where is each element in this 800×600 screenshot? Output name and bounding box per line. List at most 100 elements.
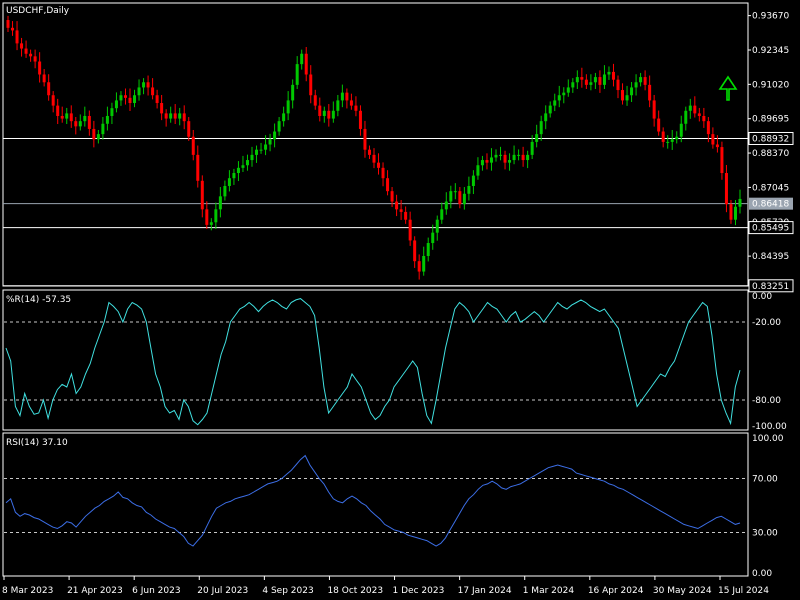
- candle-body: [268, 139, 272, 145]
- candle-body: [119, 95, 123, 101]
- candle-body: [78, 121, 82, 127]
- date-tick-label: 21 Apr 2023: [67, 586, 123, 596]
- candle-body: [616, 79, 620, 91]
- candle-body: [92, 128, 96, 140]
- date-tick-label: 15 Jul 2024: [718, 586, 769, 596]
- candle-body: [291, 84, 295, 101]
- candle-body: [169, 113, 173, 119]
- candle-body: [580, 77, 584, 80]
- candle-body: [508, 160, 512, 163]
- candle-body: [697, 113, 701, 116]
- wpr-tick-label: 0.00: [752, 292, 772, 302]
- date-tick-label: 1 Mar 2024: [523, 586, 575, 596]
- candle-body: [273, 131, 277, 140]
- wpr-tick-label: -100.00: [752, 422, 787, 432]
- candle-body: [648, 84, 652, 101]
- candle-body: [327, 110, 331, 119]
- candle-body: [336, 100, 340, 111]
- candle-body: [679, 123, 683, 137]
- candle-body: [584, 79, 588, 85]
- candle-body: [535, 134, 539, 142]
- candle-body: [20, 43, 24, 49]
- candle-body: [634, 82, 638, 88]
- candle-body: [602, 74, 606, 85]
- candle-body: [544, 113, 548, 122]
- candle-body: [105, 115, 109, 124]
- candle-body: [110, 108, 114, 116]
- candle-body: [29, 53, 33, 57]
- price-tick-label: 0.89695: [752, 115, 789, 125]
- candle-body: [372, 154, 376, 163]
- candle-body: [295, 64, 299, 85]
- candle-body: [553, 100, 557, 106]
- price-tick-label: 0.84395: [752, 252, 789, 262]
- candle-body: [607, 71, 611, 75]
- candle-body: [137, 87, 141, 96]
- candle-body: [377, 162, 381, 168]
- candle-body: [652, 100, 656, 119]
- candle-body: [304, 53, 308, 75]
- candle-body: [548, 105, 552, 114]
- candle-body: [404, 211, 408, 220]
- rsi-tick-label: 100.00: [752, 434, 784, 444]
- candle-body: [526, 154, 530, 161]
- candle-body: [471, 175, 475, 186]
- candle-body: [142, 82, 146, 88]
- candle-body: [286, 100, 290, 114]
- candle-body: [517, 154, 521, 156]
- candle-body: [395, 201, 399, 210]
- candle-body: [60, 115, 64, 119]
- candle-body: [417, 261, 421, 272]
- candle-body: [557, 95, 561, 101]
- candle-body: [706, 121, 710, 135]
- candle-body: [480, 160, 484, 166]
- candle-body: [182, 113, 186, 122]
- candle-body: [191, 136, 195, 155]
- candle-body: [114, 100, 118, 109]
- candle-body: [318, 105, 322, 116]
- candle-body: [435, 219, 439, 233]
- candle-body: [96, 134, 100, 140]
- candle-body: [160, 103, 164, 114]
- price-tick-label: 0.88370: [752, 149, 789, 159]
- candle-body: [625, 95, 629, 101]
- price-tick-label: 0.87045: [752, 183, 789, 193]
- candle-body: [684, 110, 688, 124]
- candle-body: [462, 193, 466, 205]
- candle-body: [300, 53, 304, 65]
- price-label-text: 0.85495: [752, 224, 789, 234]
- rsi-tick-label: 0.00: [752, 569, 772, 579]
- candle-body: [128, 97, 132, 104]
- candle-body: [33, 56, 37, 62]
- candle-body: [720, 147, 724, 174]
- candle-body: [566, 87, 570, 93]
- price-label-text: 0.83251: [752, 282, 789, 292]
- candle-body: [245, 160, 249, 166]
- candle-body: [200, 180, 204, 210]
- candle-body: [521, 154, 525, 161]
- candle-body: [101, 123, 105, 135]
- candle-body: [661, 131, 665, 142]
- candle-body: [250, 154, 254, 161]
- candle-body: [467, 185, 471, 194]
- candle-body: [724, 173, 728, 205]
- candle-body: [630, 87, 634, 96]
- candle-body: [218, 196, 222, 210]
- candle-body: [151, 87, 155, 96]
- date-tick-label: 18 Oct 2023: [327, 586, 383, 596]
- candle-body: [499, 154, 503, 156]
- candle-body: [264, 144, 268, 150]
- wpr-tick-label: -20.00: [752, 318, 781, 328]
- symbol-label: USDCHF,Daily: [6, 6, 70, 16]
- rsi-label: RSI(14) 37.10: [6, 438, 68, 448]
- candle-body: [489, 157, 493, 163]
- candle-body: [51, 95, 55, 106]
- candle-body: [74, 121, 78, 127]
- candle-body: [340, 92, 344, 101]
- candle-body: [413, 240, 417, 262]
- candle-body: [639, 77, 643, 83]
- candle-body: [11, 27, 15, 31]
- candle-body: [399, 209, 403, 212]
- candle-body: [87, 115, 91, 129]
- candle-body: [205, 209, 209, 225]
